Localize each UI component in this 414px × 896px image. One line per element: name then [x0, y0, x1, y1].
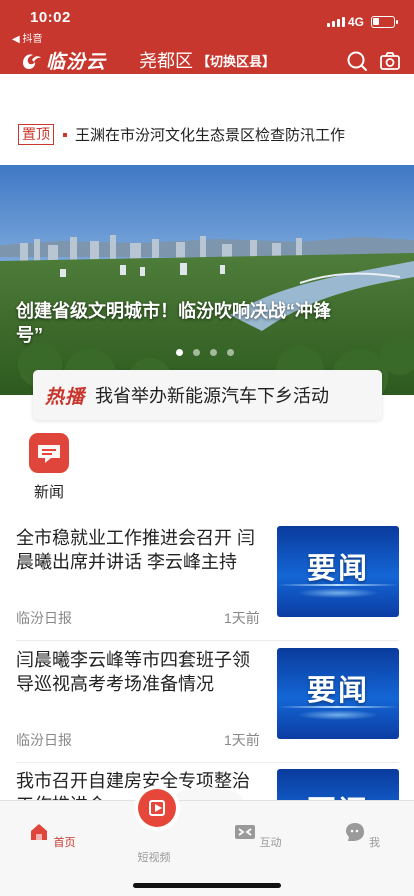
status-time: 10:02 [30, 9, 71, 26]
tab-interact[interactable]: 互动 [228, 821, 288, 850]
home-icon [31, 824, 48, 840]
app-logo: 临汾云 [20, 47, 106, 74]
me-icon [345, 823, 364, 841]
switch-district-button[interactable]: 【切换区县】 [197, 51, 275, 70]
current-district[interactable]: 尧都区 [139, 47, 193, 73]
pinned-tag: 置顶 [18, 124, 54, 145]
tab-home-label: 首页 [53, 837, 76, 849]
news-thumbnail: 要闻 [277, 526, 399, 617]
battery-icon [371, 16, 398, 28]
camera-icon[interactable] [379, 50, 401, 72]
app-header: 10:02 ◀ 抖音 4G 临汾云 尧都区 【切换区县】 [0, 0, 414, 74]
banner-image [0, 165, 414, 395]
news-item[interactable]: 全市稳就业工作推进会召开 闫晨曦出席并讲话 李云峰主持 临汾日报 1天前 要闻 [16, 526, 399, 641]
news-item[interactable]: 闫晨曦李云峰等市四套班子领导巡视高考考场准备情况 临汾日报 1天前 要闻 [16, 648, 399, 763]
carousel-dot[interactable] [227, 349, 234, 356]
tab-video-label: 短视频 [137, 852, 171, 864]
app-name: 临汾云 [46, 52, 107, 73]
back-to-app-link[interactable]: ◀ 抖音 [12, 30, 42, 45]
carousel-dot[interactable] [193, 349, 200, 356]
tab-home[interactable]: 首页 [22, 821, 82, 850]
tab-bar: 首页 短视频 互动 我 [0, 789, 414, 896]
tab-me-label: 我 [369, 837, 381, 849]
hot-title: 我省举办新能源汽车下乡活动 [95, 386, 330, 406]
play-icon [138, 789, 176, 827]
news-source: 临汾日报 [16, 610, 72, 626]
thumbnail-label: 要闻 [306, 553, 369, 585]
news-source: 临汾日报 [16, 732, 72, 748]
logo-mark-icon [23, 53, 41, 69]
pinned-news-item[interactable]: 置顶 王渊在市汾河文化生态景区检查防汛工作 [18, 124, 345, 145]
bullet-icon [63, 132, 67, 137]
tab-me[interactable]: 我 [332, 821, 392, 850]
interact-icon [235, 825, 256, 839]
tab-video[interactable]: 短视频 [137, 789, 177, 865]
home-indicator [133, 883, 281, 888]
carousel-dot[interactable] [176, 349, 183, 356]
news-title: 闫晨曦李云峰等市四套班子领导巡视高考考场准备情况 [16, 650, 250, 694]
news-time: 1天前 [224, 732, 260, 748]
banner-carousel[interactable]: 创建省级文明城市！临汾吹响决战“冲锋号” [0, 165, 414, 395]
pinned-title: 王渊在市汾河文化生态景区检查防汛工作 [75, 127, 346, 144]
tab-interact-label: 互动 [259, 837, 282, 849]
channel-label: 新闻 [33, 484, 64, 501]
news-thumbnail: 要闻 [277, 648, 399, 739]
channel-news[interactable]: 新闻 [28, 433, 70, 502]
carousel-dot[interactable] [210, 349, 217, 356]
thumbnail-label: 要闻 [306, 675, 369, 707]
search-icon[interactable] [346, 50, 368, 72]
status-bar: 10:02 ◀ 抖音 4G [0, 0, 414, 45]
hot-ticker[interactable]: 热播 我省举办新能源汽车下乡活动 [33, 370, 382, 420]
signal-icon [327, 17, 345, 27]
carousel-indicator [176, 349, 234, 356]
news-time: 1天前 [224, 610, 260, 626]
message-icon [29, 433, 69, 473]
hot-tag: 热播 [45, 386, 86, 408]
banner-title: 创建省级文明城市！临汾吹响决战“冲锋号” [16, 301, 331, 345]
network-type: 4G [348, 15, 365, 29]
news-title: 全市稳就业工作推进会召开 闫晨曦出席并讲话 李云峰主持 [16, 528, 255, 572]
